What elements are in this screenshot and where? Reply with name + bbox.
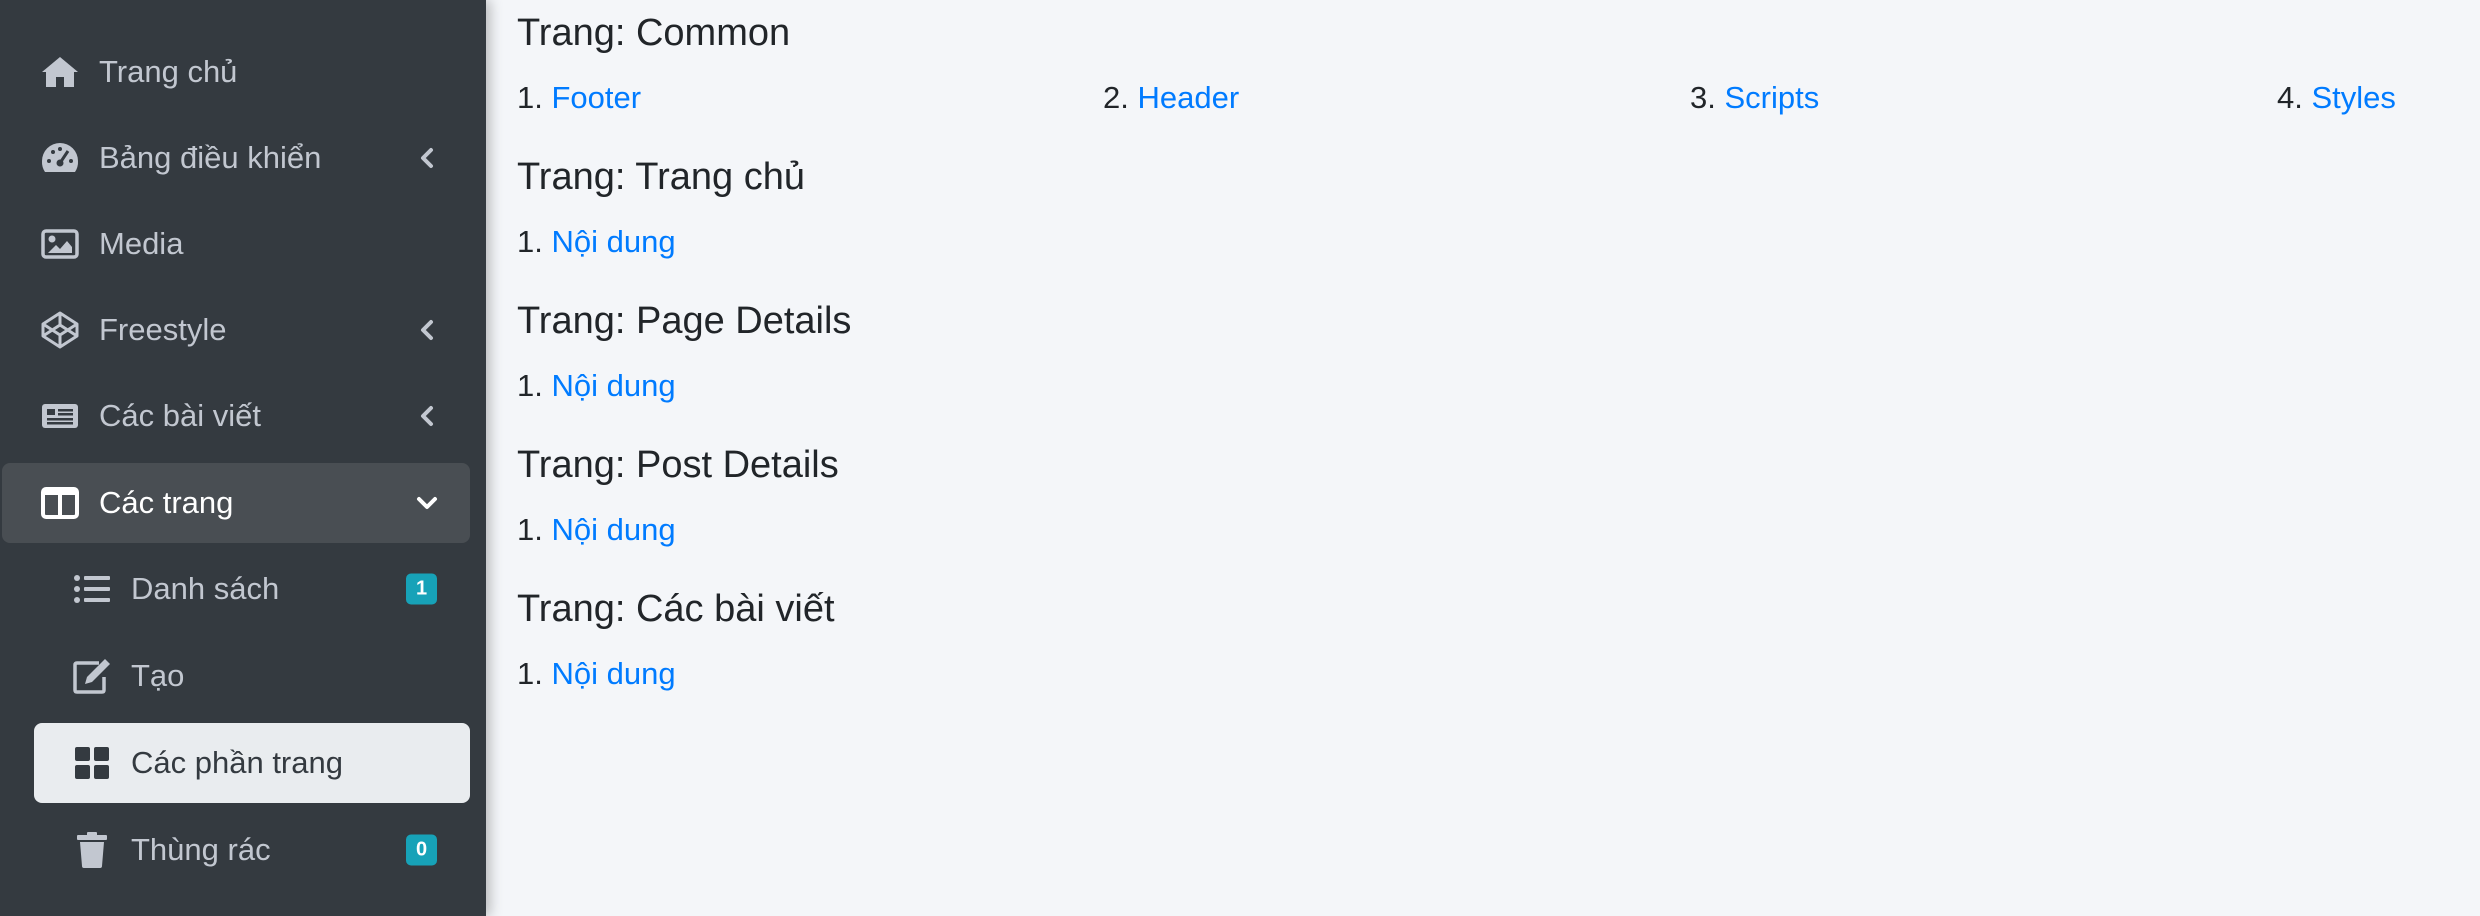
count-badge: 1 <box>406 573 437 605</box>
section-link-header[interactable]: Header <box>1137 80 1239 115</box>
trash-icon <box>72 830 112 870</box>
tachometer-icon <box>40 138 80 178</box>
sidebar-item-label: Trang chủ <box>99 54 238 89</box>
chevron-left-icon <box>415 404 439 428</box>
section-links: 1. Nội dung <box>517 656 2389 696</box>
main-content: Trang: Common 1. Footer 2. Header 3. Scr… <box>517 0 2480 916</box>
link-item: 3. Scripts <box>1690 80 1819 116</box>
sidebar-subitem-sections[interactable]: Các phần trang <box>34 723 470 803</box>
link-item: 1. Nội dung <box>517 224 676 260</box>
section-link-footer[interactable]: Footer <box>551 80 641 115</box>
sidebar-item-label: Freestyle <box>99 312 227 347</box>
link-number: 4. <box>2277 80 2303 115</box>
chevron-left-icon <box>415 318 439 342</box>
link-item: 1. Nội dung <box>517 368 676 404</box>
section-link-content[interactable]: Nội dung <box>551 512 675 547</box>
section-title: Trang: Common <box>517 12 791 54</box>
count-badge: 0 <box>406 834 437 866</box>
section-link-content[interactable]: Nội dung <box>551 368 675 403</box>
sidebar-subitem-list[interactable]: Danh sách 1 <box>34 549 470 629</box>
chevron-down-icon <box>415 491 439 515</box>
section-link-content[interactable]: Nội dung <box>551 224 675 259</box>
section-links: 1. Footer 2. Header 3. Scripts 4. Styles <box>517 80 2396 120</box>
sidebar-item-media[interactable]: Media <box>0 204 486 284</box>
list-icon <box>72 569 112 609</box>
link-number: 1. <box>517 512 543 547</box>
sidebar-item-label: Tạo <box>131 658 185 693</box>
link-number: 1. <box>517 224 543 259</box>
chevron-left-icon <box>415 146 439 170</box>
edit-icon <box>72 656 112 696</box>
sidebar-item-label: Các bài viết <box>99 398 261 433</box>
th-large-icon <box>72 743 112 783</box>
link-item: 1. Nội dung <box>517 656 676 692</box>
link-item: 2. Header <box>1103 80 1239 116</box>
columns-icon <box>40 483 80 523</box>
sidebar-item-label: Các phần trang <box>131 745 343 780</box>
link-item: 1. Nội dung <box>517 512 676 548</box>
link-number: 1. <box>517 368 543 403</box>
link-number: 1. <box>517 656 543 691</box>
sidebar-item-posts[interactable]: Các bài viết <box>0 376 486 456</box>
link-number: 1. <box>517 80 543 115</box>
sidebar-item-dashboard[interactable]: Bảng điều khiển <box>0 118 486 198</box>
section-links: 1. Nội dung <box>517 224 2389 264</box>
home-icon <box>40 52 80 92</box>
section-title: Trang: Page Details <box>517 300 852 342</box>
sidebar-item-home[interactable]: Trang chủ <box>0 32 486 112</box>
codepen-icon <box>40 310 80 350</box>
section-title: Trang: Trang chủ <box>517 156 805 198</box>
sidebar-item-label: Thùng rác <box>131 832 271 867</box>
sidebar-subitem-create[interactable]: Tạo <box>34 636 470 716</box>
section-link-content[interactable]: Nội dung <box>551 656 675 691</box>
sidebar-subitem-trash[interactable]: Thùng rác 0 <box>34 810 470 890</box>
section-link-scripts[interactable]: Scripts <box>1724 80 1819 115</box>
sidebar-item-label: Media <box>99 226 184 261</box>
link-item: 4. Styles <box>2277 80 2396 116</box>
link-number: 3. <box>1690 80 1716 115</box>
section-links: 1. Nội dung <box>517 512 2389 552</box>
link-number: 2. <box>1103 80 1129 115</box>
newspaper-icon <box>40 396 80 436</box>
sidebar-item-freestyle[interactable]: Freestyle <box>0 290 486 370</box>
section-title: Trang: Post Details <box>517 444 839 486</box>
section-link-styles[interactable]: Styles <box>2311 80 2395 115</box>
sidebar-item-label: Bảng điều khiển <box>99 140 322 175</box>
link-item: 1. Footer <box>517 80 641 116</box>
image-icon <box>40 224 80 264</box>
sidebar-item-label: Các trang <box>99 485 234 520</box>
section-links: 1. Nội dung <box>517 368 2389 408</box>
section-title: Trang: Các bài viết <box>517 588 835 630</box>
sidebar-item-label: Danh sách <box>131 571 280 606</box>
sidebar-item-pages[interactable]: Các trang <box>2 463 470 543</box>
sidebar: Trang chủ Bảng điều khiển Media Freestyl… <box>0 0 486 916</box>
